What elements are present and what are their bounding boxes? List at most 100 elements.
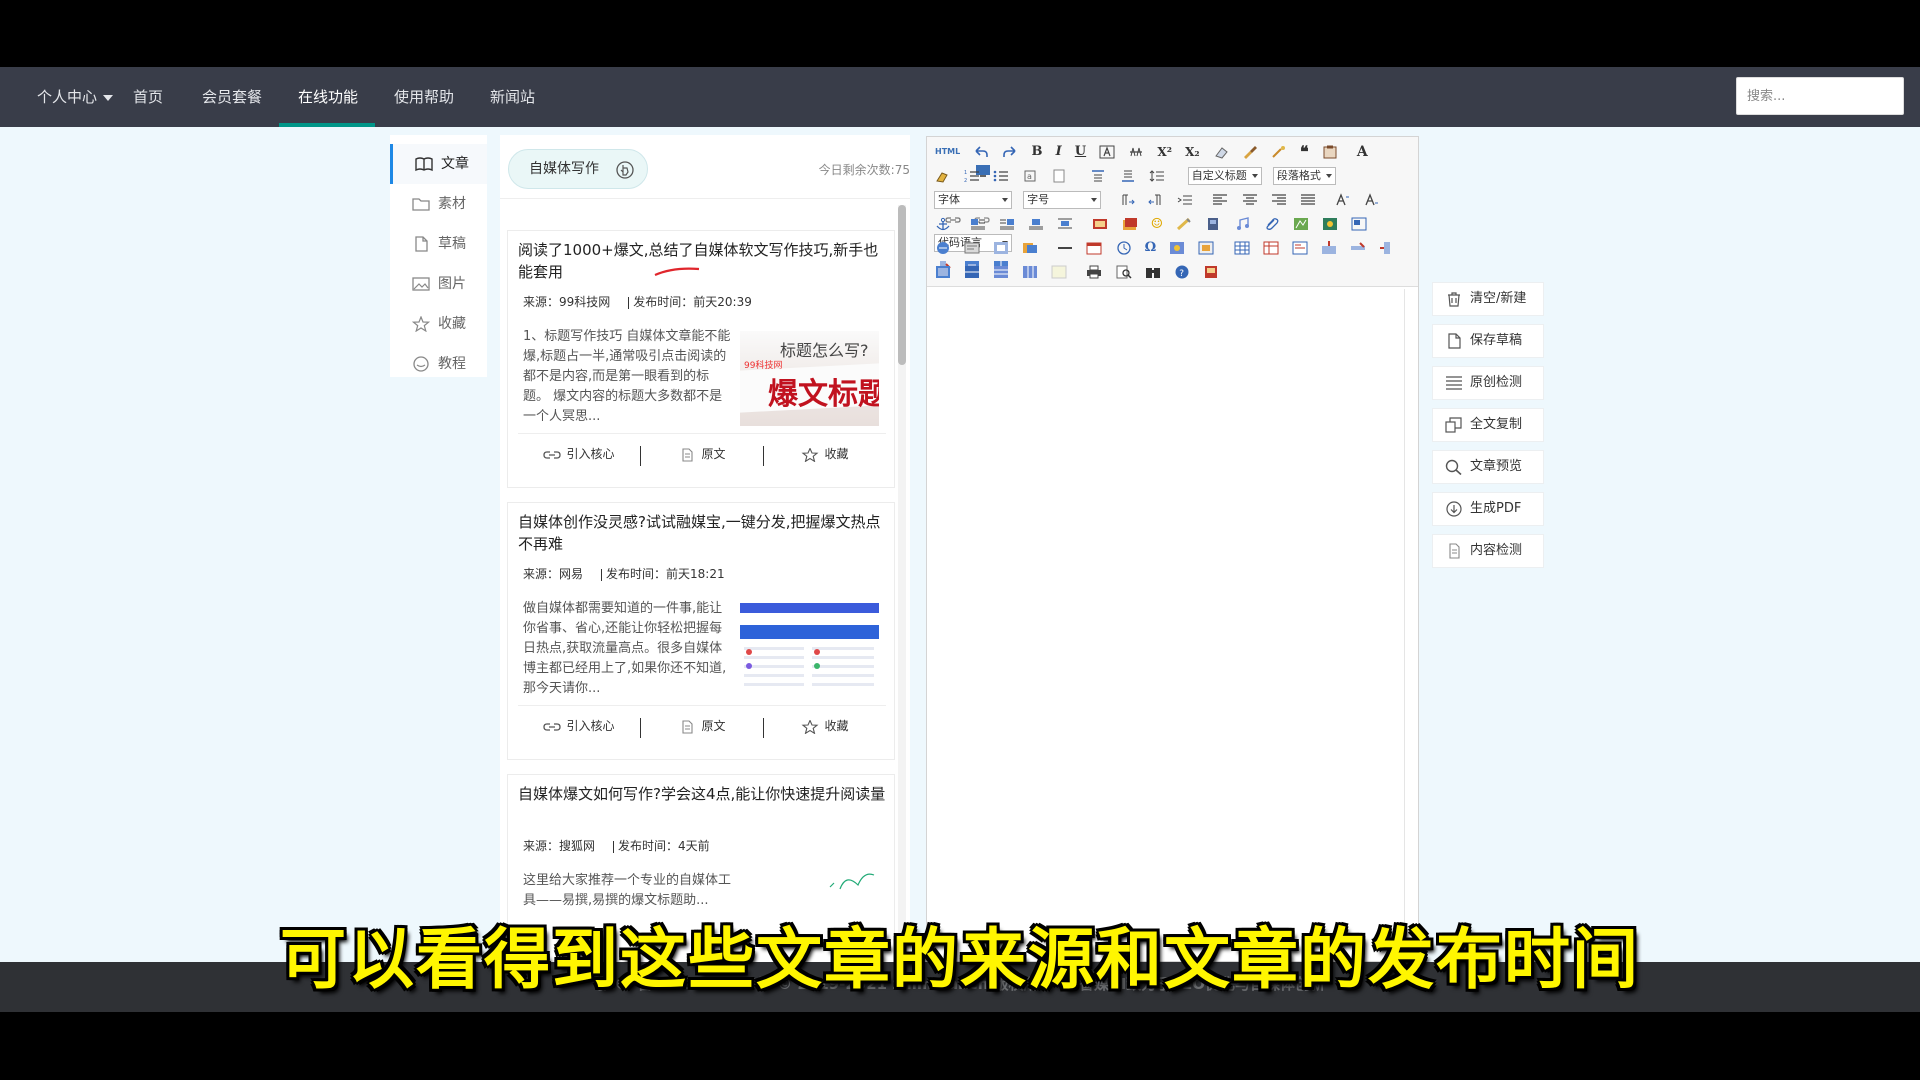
insert-video-icon[interactable] xyxy=(1205,217,1221,231)
attachment-icon[interactable] xyxy=(1264,217,1280,231)
nav-item-home[interactable]: 首页 xyxy=(133,67,163,127)
undo-icon[interactable] xyxy=(973,145,989,159)
insert-table-icon[interactable] xyxy=(1234,241,1250,255)
wordimage-icon[interactable] xyxy=(1169,241,1185,255)
scrollbar-thumb[interactable] xyxy=(898,205,906,365)
list-scrollbar[interactable] xyxy=(898,205,906,962)
multi-image-icon[interactable] xyxy=(1122,217,1138,231)
scrawl-icon[interactable] xyxy=(1176,217,1192,231)
clear-new-button[interactable]: 清空/新建 xyxy=(1432,282,1544,316)
strikethrough-icon[interactable] xyxy=(1128,145,1144,159)
help-icon[interactable]: ? xyxy=(1174,265,1190,279)
chart-icon[interactable] xyxy=(1051,265,1067,279)
indent-icon[interactable] xyxy=(1177,193,1193,207)
insert-col-icon[interactable] xyxy=(1379,241,1395,255)
ltr-icon[interactable] xyxy=(1119,193,1135,207)
font-size-select[interactable]: 字号 xyxy=(1023,191,1102,209)
nav-item-news[interactable]: 新闻站 xyxy=(490,67,535,127)
article-preview-button[interactable]: 文章预览 xyxy=(1432,450,1544,484)
highlight-icon[interactable] xyxy=(935,169,951,183)
insert-paragraph-icon[interactable] xyxy=(1292,241,1308,255)
subscript-button[interactable]: X₂ xyxy=(1185,144,1200,160)
self-media-writing-button[interactable]: 自媒体写作 xyxy=(508,149,648,189)
nav-item-online-functions[interactable]: 在线功能 xyxy=(298,67,358,127)
align-left-icon[interactable] xyxy=(1212,193,1228,207)
article-thumbnail[interactable] xyxy=(740,603,879,698)
underline-button[interactable]: U xyxy=(1075,144,1086,160)
row-spacing-top-icon[interactable] xyxy=(1090,169,1106,183)
delete-table-icon[interactable] xyxy=(1263,241,1279,255)
delete-row-icon[interactable] xyxy=(1350,241,1366,255)
special-chars-button[interactable]: Ω xyxy=(1145,240,1157,256)
emoticon-button[interactable]: ☺ xyxy=(1151,216,1164,232)
auto-format-icon[interactable] xyxy=(1271,145,1287,159)
paragraph-format-select[interactable]: 段落格式 xyxy=(1272,167,1336,185)
import-core-button[interactable]: 引入核心 xyxy=(518,434,640,474)
blockquote-button[interactable]: ❝ xyxy=(1300,144,1309,160)
menu-item-tutorials[interactable]: 教程 xyxy=(390,344,487,384)
page-break-icon[interactable] xyxy=(935,241,951,255)
menu-item-favorites[interactable]: 收藏 xyxy=(390,304,487,344)
rtl-icon[interactable] xyxy=(1148,193,1164,207)
content-check-button[interactable]: 内容检测 xyxy=(1432,534,1544,568)
menu-item-images[interactable]: 图片 xyxy=(390,264,487,304)
favorite-button[interactable]: 收藏 xyxy=(764,706,886,746)
article-thumbnail[interactable]: 标题怎么写? 99科技网 爆文标题 xyxy=(740,331,879,426)
split-to-cols-icon[interactable] xyxy=(1022,265,1038,279)
music-icon[interactable] xyxy=(1235,217,1251,231)
merge-down-icon[interactable] xyxy=(964,265,980,279)
edit-tip-icon[interactable] xyxy=(1198,241,1214,255)
article-title[interactable]: 自媒体创作没灵感?试试融媒宝,一键分发,把握爆文热点不再难 xyxy=(518,511,888,555)
menu-item-articles[interactable]: 文章 xyxy=(390,144,487,184)
format-clear-icon[interactable]: a xyxy=(1022,169,1038,183)
original-button[interactable]: 原文 xyxy=(641,434,763,474)
editor-content-area[interactable] xyxy=(929,289,1405,961)
originality-check-button[interactable]: 原创检测 xyxy=(1432,366,1544,400)
case-lower-icon[interactable] xyxy=(1364,193,1380,207)
align-right-icon[interactable] xyxy=(1271,193,1287,207)
row-spacing-bottom-icon[interactable] xyxy=(1120,169,1136,183)
italic-button[interactable]: I xyxy=(1056,144,1062,160)
eraser-icon[interactable] xyxy=(1213,145,1229,159)
search-replace-icon[interactable] xyxy=(1145,265,1161,279)
nav-item-help[interactable]: 使用帮助 xyxy=(394,67,454,127)
iframe-icon[interactable] xyxy=(1351,217,1367,231)
image-center-icon[interactable] xyxy=(1057,217,1073,231)
print-icon[interactable] xyxy=(1086,265,1102,279)
article-title[interactable]: 阅读了1000+爆文,总结了自媒体软文写作技巧,新手也能套用 xyxy=(518,239,888,283)
merge-right-icon[interactable] xyxy=(935,265,951,279)
insert-image-icon[interactable] xyxy=(1092,217,1108,231)
image-float-left-icon[interactable] xyxy=(970,217,986,231)
line-height-icon[interactable] xyxy=(1149,169,1165,183)
search-input[interactable] xyxy=(1736,77,1904,115)
horizontal-rule-icon[interactable] xyxy=(1057,241,1073,255)
paste-plain-icon[interactable] xyxy=(1322,145,1338,159)
map-icon[interactable] xyxy=(1293,217,1309,231)
anchor-icon[interactable] xyxy=(935,217,951,231)
menu-item-materials[interactable]: 素材 xyxy=(390,184,487,224)
article-title[interactable]: 自媒体爆文如何写作?学会这4点,能让你快速提升阅读量 xyxy=(518,783,888,805)
redo-icon[interactable] xyxy=(1002,145,1018,159)
favorite-button[interactable]: 收藏 xyxy=(764,434,886,474)
generate-pdf-button[interactable]: 生成PDF xyxy=(1432,492,1544,526)
google-map-icon[interactable] xyxy=(1322,217,1338,231)
original-button[interactable]: 原文 xyxy=(641,706,763,746)
paste-icon[interactable] xyxy=(1051,169,1067,183)
insert-row-icon[interactable] xyxy=(1321,241,1337,255)
case-upper-icon[interactable] xyxy=(1335,193,1351,207)
preview-icon[interactable] xyxy=(1116,265,1132,279)
align-center-icon[interactable] xyxy=(1242,193,1258,207)
format-brush-icon[interactable] xyxy=(1242,145,1258,159)
align-justify-icon[interactable] xyxy=(1300,193,1316,207)
template-icon[interactable] xyxy=(964,241,980,255)
font-border-icon[interactable] xyxy=(1099,145,1115,159)
image-inline-icon[interactable] xyxy=(1028,217,1044,231)
nav-item-personal-center[interactable]: 个人中心 xyxy=(37,67,114,127)
time-icon[interactable] xyxy=(1116,241,1132,255)
date-icon[interactable] xyxy=(1086,241,1102,255)
html-source-button[interactable]: HTML xyxy=(935,144,960,160)
save-draft-button[interactable]: 保存草稿 xyxy=(1432,324,1544,358)
draft-icon[interactable] xyxy=(1203,265,1219,279)
snapshot-icon[interactable] xyxy=(1022,241,1038,255)
image-float-right-icon[interactable] xyxy=(999,217,1015,231)
